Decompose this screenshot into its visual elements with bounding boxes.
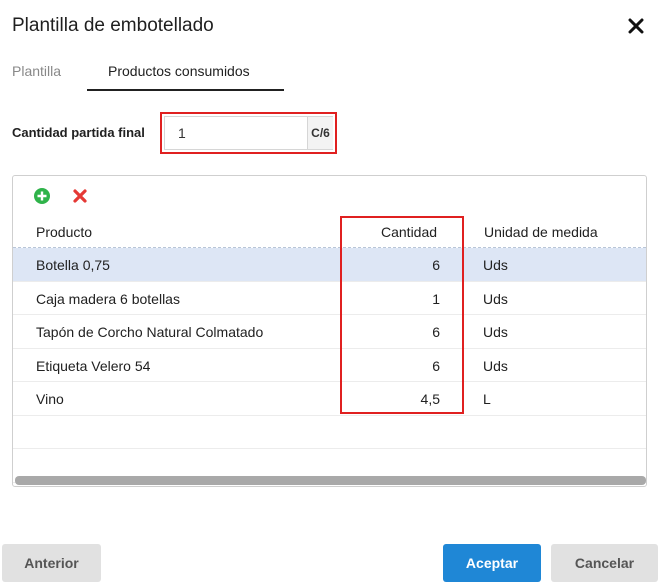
table-row[interactable]: Tapón de Corcho Natural Colmatado 6 Uds xyxy=(13,315,646,349)
quantity-label: Cantidad partida final xyxy=(12,125,145,140)
tab-productos-consumidos[interactable]: Productos consumidos xyxy=(108,63,250,79)
anterior-button[interactable]: Anterior xyxy=(2,544,101,582)
horizontal-scrollbar[interactable] xyxy=(15,476,646,485)
cancelar-button[interactable]: Cancelar xyxy=(551,544,658,582)
cell-producto: Vino xyxy=(36,391,64,407)
table-row[interactable]: Vino 4,5 L xyxy=(13,382,646,416)
cell-unidad: L xyxy=(483,391,491,407)
cell-cantidad: 1 xyxy=(432,290,440,307)
cell-unidad: Uds xyxy=(483,357,508,374)
empty-row xyxy=(13,416,646,449)
quantity-field: C/6 xyxy=(164,116,333,150)
quantity-unit: C/6 xyxy=(307,117,333,149)
cell-cantidad: 4,5 xyxy=(420,391,440,407)
cell-producto: Botella 0,75 xyxy=(36,257,110,273)
cell-producto: Etiqueta Velero 54 xyxy=(36,357,151,374)
cell-producto: Caja madera 6 botellas xyxy=(36,290,180,307)
column-header-cantidad[interactable]: Cantidad xyxy=(381,224,437,240)
quantity-highlight-box: C/6 xyxy=(160,112,337,154)
plus-circle-icon[interactable] xyxy=(33,187,51,205)
cell-producto: Tapón de Corcho Natural Colmatado xyxy=(36,324,264,340)
dialog-title: Plantilla de embotellado xyxy=(12,15,214,36)
x-icon[interactable] xyxy=(71,187,89,205)
quantity-input[interactable] xyxy=(165,117,307,149)
cell-unidad: Uds xyxy=(483,257,508,273)
tab-plantilla[interactable]: Plantilla xyxy=(12,63,61,79)
cell-cantidad: 6 xyxy=(432,257,440,273)
table-row[interactable]: Caja madera 6 botellas 1 Uds xyxy=(13,282,646,315)
active-tab-indicator xyxy=(87,89,284,91)
cell-unidad: Uds xyxy=(483,290,508,307)
cell-cantidad: 6 xyxy=(432,357,440,374)
products-grid: Producto Cantidad Unidad de medida Botel… xyxy=(12,175,647,487)
aceptar-button[interactable]: Aceptar xyxy=(443,544,541,582)
cell-cantidad: 6 xyxy=(432,324,440,340)
table-row[interactable]: Etiqueta Velero 54 6 Uds xyxy=(13,349,646,382)
table-row[interactable]: Botella 0,75 6 Uds xyxy=(13,248,646,282)
column-header-producto[interactable]: Producto xyxy=(36,224,92,240)
close-icon[interactable] xyxy=(624,14,648,38)
column-header-unidad[interactable]: Unidad de medida xyxy=(484,224,598,240)
cell-unidad: Uds xyxy=(483,324,508,340)
table-body: Botella 0,75 6 Uds Caja madera 6 botella… xyxy=(13,248,646,483)
